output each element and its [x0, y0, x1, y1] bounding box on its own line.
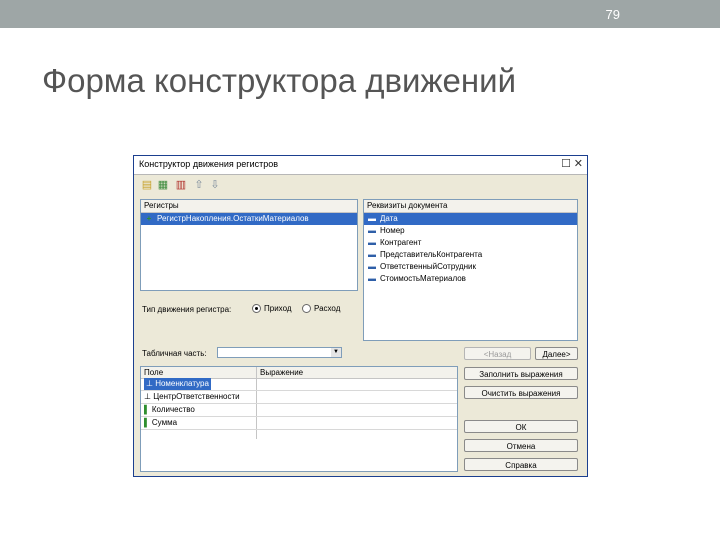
dimension-icon: ⊥ — [146, 379, 156, 388]
maximize-icon[interactable]: ☐ — [561, 158, 571, 170]
registers-panel[interactable]: Регистры + РегистрНакопления.ОстаткиМатер… — [140, 199, 358, 291]
fields-grid[interactable]: Поле Выражение ⊥ Номенклатура ⊥ ЦентрОтв… — [140, 366, 458, 472]
table-row[interactable]: ⊥ ЦентрОтветственности — [141, 391, 457, 404]
cancel-button[interactable]: Отмена — [464, 439, 578, 452]
add-register-icon[interactable]: ▤ — [140, 178, 154, 192]
attribute-icon: ▬ — [368, 226, 376, 235]
table-row[interactable]: ⊥ Номенклатура — [141, 378, 457, 391]
attribute-icon: ▬ — [368, 250, 376, 259]
column-field[interactable]: Поле — [144, 367, 163, 378]
requisites-header: Реквизиты документа — [364, 200, 577, 213]
delete-icon[interactable]: ▥ — [174, 178, 188, 192]
close-icon[interactable]: ✕ — [574, 158, 583, 170]
slide-title: Форма конструктора движений — [42, 62, 517, 99]
slide-number: 79 — [605, 7, 620, 22]
window-titlebar[interactable]: Конструктор движения регистров ☐ ✕ — [134, 156, 587, 175]
attribute-icon: ▬ — [368, 262, 376, 271]
add-row-icon[interactable]: ▦ — [156, 178, 170, 192]
attribute-icon: ▬ — [368, 214, 376, 223]
register-item[interactable]: + РегистрНакопления.ОстаткиМатериалов — [141, 213, 357, 225]
table-row[interactable]: ▌ Количество — [141, 404, 457, 417]
requisite-item[interactable]: ▬ Дата — [364, 213, 577, 225]
movement-type-income[interactable]: Приход — [252, 304, 292, 314]
requisite-item[interactable]: ▬ Номер — [364, 225, 577, 237]
tabular-part-label: Табличная часть: — [142, 349, 207, 358]
document-requisites-panel[interactable]: Реквизиты документа ▬ Дата ▬ Номер ▬ Контра… — [363, 199, 578, 341]
table-row[interactable]: ▌ Сумма — [141, 417, 457, 430]
next-button[interactable]: Далее> — [535, 347, 578, 360]
back-button[interactable]: <Назад — [464, 347, 531, 360]
requisite-item[interactable]: ▬ СтоимостьМатериалов — [364, 273, 577, 285]
requisite-item[interactable]: ▬ ОтветственныйСотрудник — [364, 261, 577, 273]
movement-type-label: Тип движения регистра: — [142, 305, 232, 314]
resource-icon: ▌ — [144, 418, 152, 427]
radio-expense-icon[interactable] — [302, 304, 311, 314]
plus-icon: + — [146, 214, 152, 223]
help-button[interactable]: Справка — [464, 458, 578, 471]
tabular-part-select[interactable]: ▼ — [217, 347, 342, 358]
column-expression[interactable]: Выражение — [260, 367, 303, 378]
requisite-item[interactable]: ▬ ПредставительКонтрагента — [364, 249, 577, 261]
move-up-icon[interactable]: ⇧ — [192, 178, 206, 192]
dimension-icon: ⊥ — [144, 392, 154, 401]
attribute-icon: ▬ — [368, 238, 376, 247]
window-title: Конструктор движения регистров — [139, 159, 279, 169]
chevron-down-icon[interactable]: ▼ — [331, 348, 341, 357]
attribute-icon: ▬ — [368, 274, 376, 283]
radio-income-icon[interactable] — [252, 304, 261, 314]
fill-expressions-button[interactable]: Заполнить выражения — [464, 367, 578, 380]
register-movement-designer-window: Конструктор движения регистров ☐ ✕ ▤ ▦ ▥… — [133, 155, 588, 477]
clear-expressions-button[interactable]: Очистить выражения — [464, 386, 578, 399]
resource-icon: ▌ — [144, 405, 152, 414]
slide-header-bar: 79 — [0, 0, 720, 28]
move-down-icon[interactable]: ⇩ — [208, 178, 222, 192]
movement-type-expense[interactable]: Расход — [302, 304, 340, 314]
requisite-item[interactable]: ▬ Контрагент — [364, 237, 577, 249]
ok-button[interactable]: ОК — [464, 420, 578, 433]
registers-header: Регистры — [141, 200, 357, 213]
